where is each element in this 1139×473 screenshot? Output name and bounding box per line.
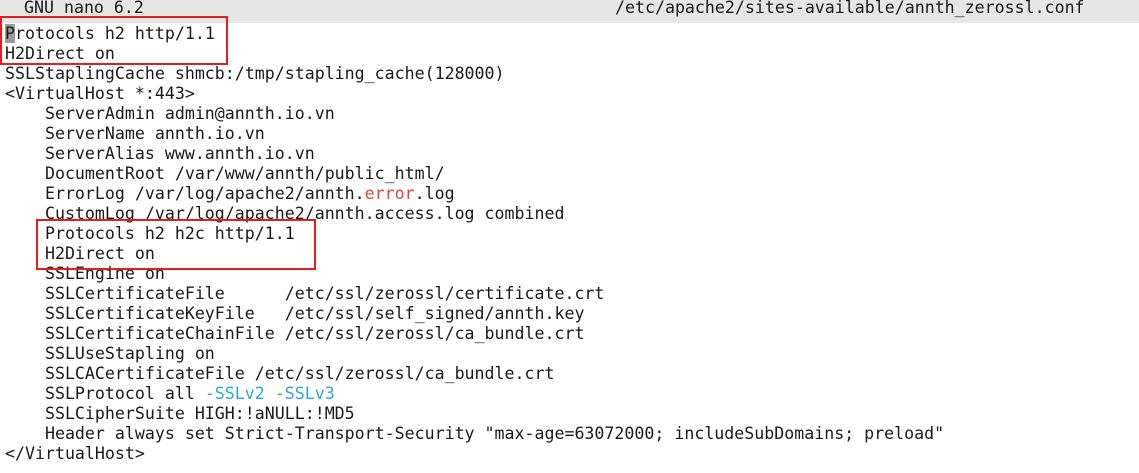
text-editor-area[interactable]: Protocols h2 http/1.1 H2Direct on SSLSta… xyxy=(5,24,1135,464)
editor-line[interactable]: H2Direct on xyxy=(5,244,1135,264)
line-text: ErrorLog /var/log/apache2/annth. xyxy=(5,184,365,203)
editor-line[interactable]: Header always set Strict-Transport-Secur… xyxy=(5,424,1135,444)
editor-line[interactable]: SSLEngine on xyxy=(5,264,1135,284)
line-text: SSLCertificateFile /etc/ssl/zerossl/cert… xyxy=(5,284,605,303)
editor-line[interactable]: SSLCertificateChainFile /etc/ssl/zerossl… xyxy=(5,324,1135,344)
line-text: <VirtualHost *:443> xyxy=(5,84,195,103)
line-text: H2Direct on xyxy=(5,244,155,263)
line-text: SSLUseStapling on xyxy=(5,344,215,363)
line-text: DocumentRoot /var/www/annth/public_html/ xyxy=(5,164,445,183)
line-text: </VirtualHost> xyxy=(5,444,145,463)
line-text: Protocols h2 h2c http/1.1 xyxy=(5,224,295,243)
syntax-keyword: error xyxy=(364,184,415,203)
file-path: /etc/apache2/sites-available/annth_zeros… xyxy=(615,0,1085,17)
line-text: .log xyxy=(414,184,455,203)
editor-line[interactable]: SSLStaplingCache shmcb:/tmp/stapling_cac… xyxy=(5,64,1135,84)
line-text: CustomLog /var/log/apache2/annth.access.… xyxy=(5,204,565,223)
line-text: ServerAdmin admin@annth.io.vn xyxy=(5,104,335,123)
line-text: SSLProtocol all xyxy=(5,384,205,403)
line-text: SSLStaplingCache shmcb:/tmp/stapling_cac… xyxy=(5,64,505,83)
editor-line[interactable]: SSLProtocol all -SSLv2 -SSLv3 xyxy=(5,384,1135,404)
editor-line[interactable]: </VirtualHost> xyxy=(5,444,1135,464)
syntax-flag: -SSLv2 -SSLv3 xyxy=(204,384,335,403)
line-text: SSLCertificateChainFile /etc/ssl/zerossl… xyxy=(5,324,585,343)
line-text: rotocols h2 http/1.1 xyxy=(15,24,215,43)
editor-line[interactable]: H2Direct on xyxy=(5,44,1135,64)
line-text: ServerAlias www.annth.io.vn xyxy=(5,144,315,163)
nano-title-bar: GNU nano 6.2 /etc/apache2/sites-availabl… xyxy=(0,0,1139,23)
editor-line[interactable]: SSLCipherSuite HIGH:!aNULL:!MD5 xyxy=(5,404,1135,424)
editor-line[interactable]: SSLCertificateFile /etc/ssl/zerossl/cert… xyxy=(5,284,1135,304)
line-text: Header always set Strict-Transport-Secur… xyxy=(5,424,945,443)
editor-line[interactable]: SSLCertificateKeyFile /etc/ssl/self_sign… xyxy=(5,304,1135,324)
editor-line[interactable]: CustomLog /var/log/apache2/annth.access.… xyxy=(5,204,1135,224)
editor-line[interactable]: SSLUseStapling on xyxy=(5,344,1135,364)
editor-line[interactable]: Protocols h2 http/1.1 xyxy=(5,24,1135,44)
line-text: SSLCACertificateFile /etc/ssl/zerossl/ca… xyxy=(5,364,555,383)
editor-line[interactable]: ErrorLog /var/log/apache2/annth.error.lo… xyxy=(5,184,1135,204)
editor-line[interactable]: Protocols h2 h2c http/1.1 xyxy=(5,224,1135,244)
line-text: SSLCipherSuite HIGH:!aNULL:!MD5 xyxy=(5,404,355,423)
app-name: GNU nano 6.2 xyxy=(24,0,144,17)
line-text: ServerName annth.io.vn xyxy=(5,124,265,143)
editor-line[interactable]: ServerName annth.io.vn xyxy=(5,124,1135,144)
editor-line[interactable]: ServerAdmin admin@annth.io.vn xyxy=(5,104,1135,124)
editor-line[interactable]: SSLCACertificateFile /etc/ssl/zerossl/ca… xyxy=(5,364,1135,384)
editor-line[interactable]: ServerAlias www.annth.io.vn xyxy=(5,144,1135,164)
line-text: SSLEngine on xyxy=(5,264,165,283)
line-text: SSLCertificateKeyFile /etc/ssl/self_sign… xyxy=(5,304,585,323)
editor-line[interactable]: DocumentRoot /var/www/annth/public_html/ xyxy=(5,164,1135,184)
line-text: H2Direct on xyxy=(5,44,115,63)
editor-line[interactable]: <VirtualHost *:443> xyxy=(5,84,1135,104)
text-cursor: P xyxy=(5,24,15,43)
